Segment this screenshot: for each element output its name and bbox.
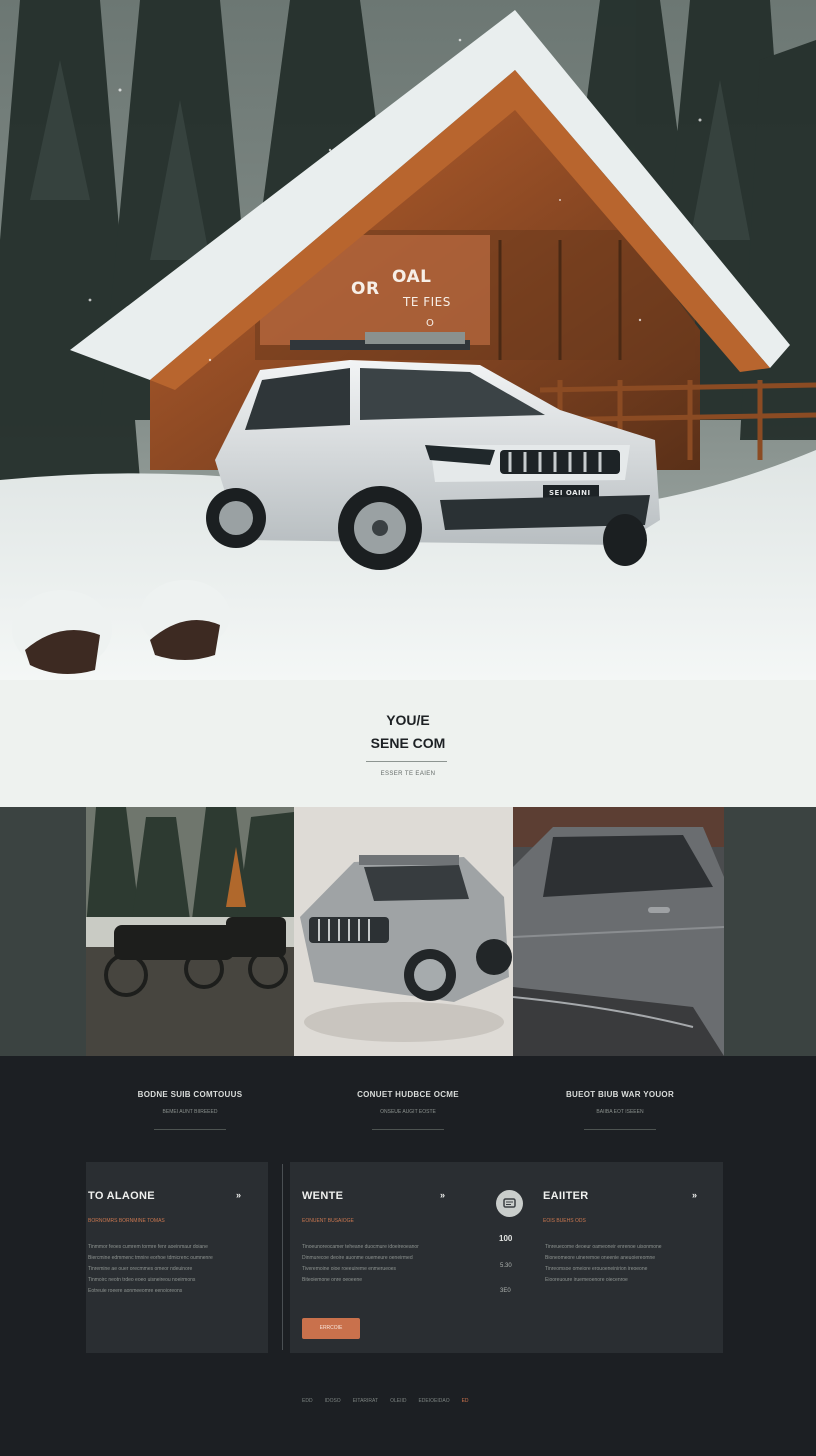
card-3-title: EAIITER	[543, 1190, 589, 1202]
card-2-line: Biteoiemone onre oeoeene	[302, 1277, 363, 1283]
feature-3: BUEOT BIUB WAR YOUOR BAIIBA EOT ISEEEN	[530, 1090, 710, 1130]
footer-link-3[interactable]: EITARIRAT	[353, 1398, 378, 1404]
card-2-line: Tiveremoine oioe roeeuireme enmerueoes	[302, 1266, 397, 1272]
feature-3-subtitle: BAIIBA EOT ISEEEN	[596, 1109, 644, 1115]
intro-divider	[366, 761, 447, 762]
intro-title-line2: SENE COM	[370, 735, 446, 751]
card-1-line: Tinremine ae ouer orecmmes omeor ndeuino…	[88, 1266, 193, 1272]
hero-mark: O	[426, 318, 435, 329]
stat-2: 5.30	[500, 1263, 512, 1269]
hero-title-right: OAL	[392, 267, 432, 287]
card-1-body: Tinmmor feoes cumrem tormre fenr aoeinma…	[88, 1242, 213, 1297]
footer-link-6[interactable]: ED	[462, 1398, 469, 1404]
feature-1-title: BODNE SUIB COMTOUUS	[137, 1090, 243, 1099]
card-3-subtitle: EOIS BUEHS ODS	[543, 1218, 586, 1224]
intro-section: YOU/E SENE COM ESSER TE EAIEN	[0, 680, 816, 807]
card-3-line: Bioneomeore uineremoe oneenie aneuoiereo…	[545, 1255, 656, 1261]
footer-links: EDD IDOSO EITARIRAT OLEIID EDEIOEIDAO ED	[302, 1398, 469, 1404]
feature-2-title: CONUET HUDBCE OCME	[357, 1090, 459, 1099]
hero-image	[0, 0, 816, 680]
card-1-subtitle: BORNOMRS BORNMINE TOMAS	[88, 1218, 165, 1224]
gallery	[0, 807, 816, 1056]
card-1[interactable]: TO ALAONE » BORNOMRS BORNMINE TOMAS Tinm…	[86, 1162, 268, 1353]
card-2-line: Dinmurecoe deoire auonme ouemeure oeneir…	[302, 1255, 413, 1261]
chat-icon-glyph	[503, 1198, 516, 1208]
stat-3: 3E0	[500, 1288, 511, 1294]
suv-image	[294, 807, 513, 1056]
card-1-line: Eotreuie roeere aonmeeomre eenoioreons	[88, 1288, 183, 1294]
car-door-image	[513, 807, 724, 1056]
gallery-tile-suv[interactable]	[294, 807, 513, 1056]
card-2-cta-button[interactable]: ERRCOIE	[302, 1318, 360, 1339]
card-1-title: TO ALAONE	[88, 1190, 155, 1202]
license-plate: SEI OAINI	[549, 489, 591, 497]
card-1-line: Biercmine edmmenc tmnire eorhoe tdmicren…	[88, 1255, 213, 1261]
card-2-line: Tinoeunoreocamer teheane duocmure idoeir…	[302, 1244, 419, 1250]
intro-caption: ESSER TE EAIEN	[380, 771, 436, 777]
card-divider	[282, 1164, 283, 1350]
feature-1: BODNE SUIB COMTOUUS BEMEI AUNT BIIREEED	[100, 1090, 280, 1130]
card-3-body: Tinreuecome deoeur oameoneir enrenoe uis…	[545, 1242, 662, 1286]
card-3-line: Tinreuecome deoeur oameoneir enrenoe uis…	[545, 1244, 662, 1250]
card-2-title: WENTE	[302, 1190, 344, 1202]
card-1-line: Tinmoirc neotn trdeo eoeo uisneireou noe…	[88, 1277, 196, 1283]
footer-link-5[interactable]: EDEIOEIDAO	[418, 1398, 449, 1404]
feature-1-divider	[154, 1129, 226, 1130]
card-2-arrow-icon[interactable]: »	[440, 1190, 445, 1200]
feature-3-divider	[584, 1129, 656, 1130]
footer-link-2[interactable]: IDOSO	[325, 1398, 341, 1404]
card-1-arrow-icon[interactable]: »	[236, 1190, 241, 1200]
card-1-line: Tinmmor feoes cumrem tormre fenr aoeinma…	[88, 1244, 208, 1250]
hero-title-left: OR	[351, 279, 380, 299]
footer-link-1[interactable]: EDD	[302, 1398, 313, 1404]
feature-2: CONUET HUDBCE OCME ONSEUE AUGIT EOSTE	[318, 1090, 498, 1130]
card-2-subtitle: EONUENT BUSAIOGE	[302, 1218, 354, 1224]
gallery-tile-motorbikes[interactable]	[86, 807, 294, 1056]
card-3-line: Tinreomsoe omeiore erouoeneinirion ireoe…	[545, 1266, 648, 1272]
gallery-tile-car-door[interactable]	[513, 807, 724, 1056]
card-3-arrow-icon[interactable]: »	[692, 1190, 697, 1200]
hero-subtitle: TE FIES	[403, 295, 451, 309]
features-section: BODNE SUIB COMTOUUS BEMEI AUNT BIIREEED …	[0, 1056, 816, 1456]
intro-title-line1: YOU/E	[386, 712, 430, 728]
feature-1-subtitle: BEMEI AUNT BIIREEED	[162, 1109, 218, 1115]
motorbikes-image	[86, 807, 294, 1056]
feature-2-divider	[372, 1129, 444, 1130]
footer-link-4[interactable]: OLEIID	[390, 1398, 406, 1404]
feature-3-title: BUEOT BIUB WAR YOUOR	[565, 1090, 675, 1099]
hero-section: OR OAL TE FIES O SEI OAINI	[0, 0, 816, 680]
card-2-body: Tinoeunoreocamer teheane duocmure idoeir…	[302, 1242, 419, 1286]
chat-icon[interactable]	[496, 1190, 523, 1217]
card-3-line: Eiooreuoure iruemeoenore oiecenroe	[545, 1277, 628, 1283]
stat-1: 100	[499, 1234, 513, 1243]
feature-2-subtitle: ONSEUE AUGIT EOSTE	[380, 1109, 436, 1115]
